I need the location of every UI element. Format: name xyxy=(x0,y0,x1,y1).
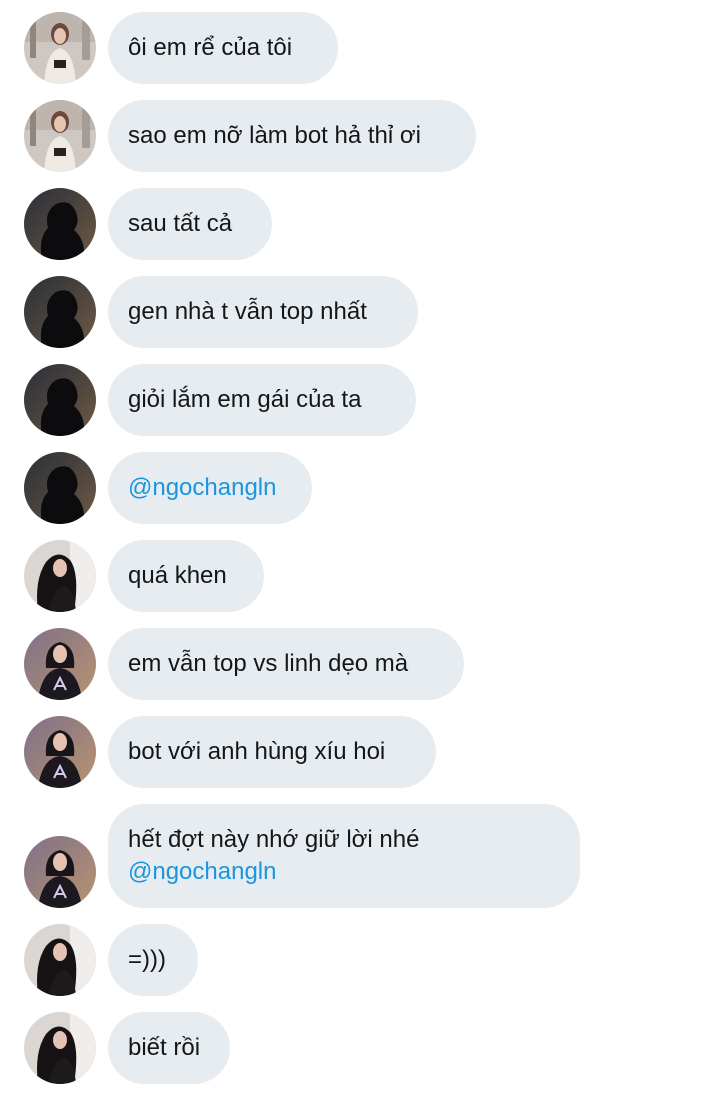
message-row: quá khen xyxy=(0,540,719,612)
message-text: em vẫn top vs linh dẹo mà xyxy=(128,650,409,677)
message-text: hết đợt này nhớ giữ lời nhé xyxy=(128,826,420,853)
message-row: sao em nỡ làm bot hả thỉ ơi xyxy=(0,100,719,172)
message-bubble[interactable]: sao em nỡ làm bot hả thỉ ơi xyxy=(108,100,476,172)
dark-hair-girl-avatar[interactable] xyxy=(24,540,96,612)
message-text: biết rồi xyxy=(128,1034,201,1061)
message-text: sau tất cả xyxy=(128,210,233,237)
message-row: giỏi lắm em gái của ta xyxy=(0,364,719,436)
dark-hair-girl-avatar[interactable] xyxy=(24,924,96,996)
message-row: ôi em rể của tôi xyxy=(0,12,719,84)
message-row: sau tất cả xyxy=(0,188,719,260)
message-bubble[interactable]: hết đợt này nhớ giữ lời nhé @ngochangln xyxy=(108,804,580,908)
purple-jacket-girl-avatar[interactable] xyxy=(24,716,96,788)
white-sweater-woman-avatar[interactable] xyxy=(24,100,96,172)
message-bubble[interactable]: gen nhà t vẫn top nhất xyxy=(108,276,418,348)
message-text: =))) xyxy=(128,946,166,973)
message-text: ôi em rể của tôi xyxy=(128,34,293,61)
purple-jacket-girl-avatar[interactable] xyxy=(24,628,96,700)
message-bubble[interactable]: =))) xyxy=(108,924,198,996)
message-bubble[interactable]: giỏi lắm em gái của ta xyxy=(108,364,416,436)
message-text: quá khen xyxy=(128,562,227,589)
silhouette-avatar[interactable] xyxy=(24,364,96,436)
message-bubble[interactable]: @ngochangln xyxy=(108,452,312,524)
message-bubble[interactable]: quá khen xyxy=(108,540,264,612)
message-bubble[interactable]: em vẫn top vs linh dẹo mà xyxy=(108,628,464,700)
message-text: giỏi lắm em gái của ta xyxy=(128,386,362,413)
mention-link[interactable]: @ngochangln xyxy=(128,472,292,504)
silhouette-avatar[interactable] xyxy=(24,452,96,524)
message-bubble[interactable]: sau tất cả xyxy=(108,188,272,260)
message-row: @ngochangln xyxy=(0,452,719,524)
white-sweater-woman-avatar[interactable] xyxy=(24,12,96,84)
mention-link[interactable]: @ngochangln xyxy=(128,856,560,888)
message-text: bot với anh hùng xíu hoi xyxy=(128,738,386,765)
silhouette-avatar[interactable] xyxy=(24,188,96,260)
message-text: gen nhà t vẫn top nhất xyxy=(128,298,367,325)
message-row: bot với anh hùng xíu hoi xyxy=(0,716,719,788)
dark-hair-girl-avatar[interactable] xyxy=(24,1012,96,1084)
message-row: =))) xyxy=(0,924,719,996)
message-row: gen nhà t vẫn top nhất xyxy=(0,276,719,348)
message-bubble[interactable]: biết rồi xyxy=(108,1012,230,1084)
purple-jacket-girl-avatar[interactable] xyxy=(24,836,96,908)
message-bubble[interactable]: ôi em rể của tôi xyxy=(108,12,338,84)
message-row: em vẫn top vs linh dẹo mà xyxy=(0,628,719,700)
message-bubble[interactable]: bot với anh hùng xíu hoi xyxy=(108,716,436,788)
message-row: biết rồi xyxy=(0,1012,719,1084)
message-text: sao em nỡ làm bot hả thỉ ơi xyxy=(128,122,421,149)
silhouette-avatar[interactable] xyxy=(24,276,96,348)
message-row: hết đợt này nhớ giữ lời nhé @ngochangln xyxy=(0,804,719,908)
